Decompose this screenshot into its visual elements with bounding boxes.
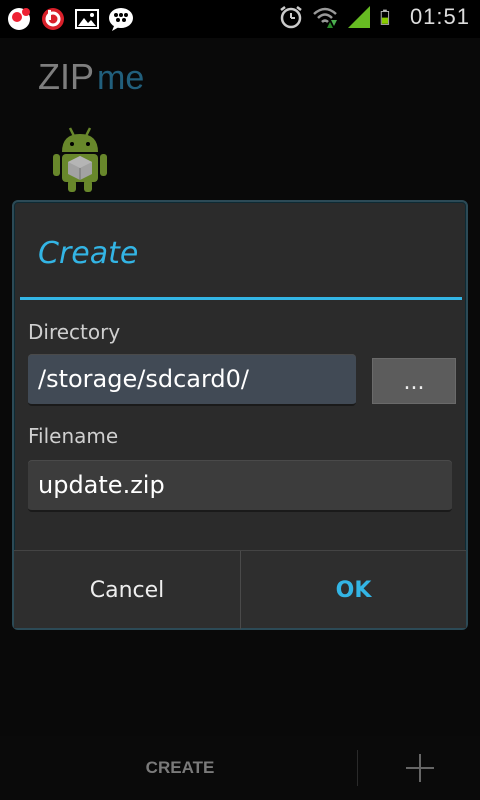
ok-button[interactable]: OK xyxy=(241,551,466,629)
dialog-title-divider xyxy=(20,297,462,300)
bottom-bar-divider xyxy=(357,750,358,786)
directory-input[interactable]: /storage/sdcard0/ xyxy=(28,354,356,406)
create-dialog: Create Directory /storage/sdcard0/ ... F… xyxy=(12,200,468,630)
notification-flower-icon xyxy=(8,8,30,30)
alarm-icon xyxy=(280,6,302,29)
beats-icon xyxy=(42,8,64,30)
system-icons: 01:51 xyxy=(278,4,470,30)
status-bar: 01:51 xyxy=(0,0,480,38)
dialog-title: Create xyxy=(38,236,139,271)
bottom-action-bar: CREATE xyxy=(0,736,480,800)
cancel-button[interactable]: Cancel xyxy=(14,551,240,629)
add-icon[interactable] xyxy=(400,748,440,788)
dialog-button-row: Cancel OK xyxy=(14,550,466,629)
filename-input[interactable]: update.zip xyxy=(28,460,452,512)
browse-directory-button[interactable]: ... xyxy=(372,358,456,404)
status-clock: 01:51 xyxy=(409,4,470,29)
gallery-icon xyxy=(75,9,99,29)
filename-label: Filename xyxy=(28,424,119,448)
notification-icons xyxy=(6,6,134,32)
signal-icon xyxy=(347,6,370,28)
create-button[interactable]: CREATE xyxy=(0,736,360,800)
directory-label: Directory xyxy=(28,320,121,344)
bbm-icon xyxy=(109,8,133,31)
battery-icon xyxy=(380,9,390,25)
wifi-icon xyxy=(313,7,337,28)
